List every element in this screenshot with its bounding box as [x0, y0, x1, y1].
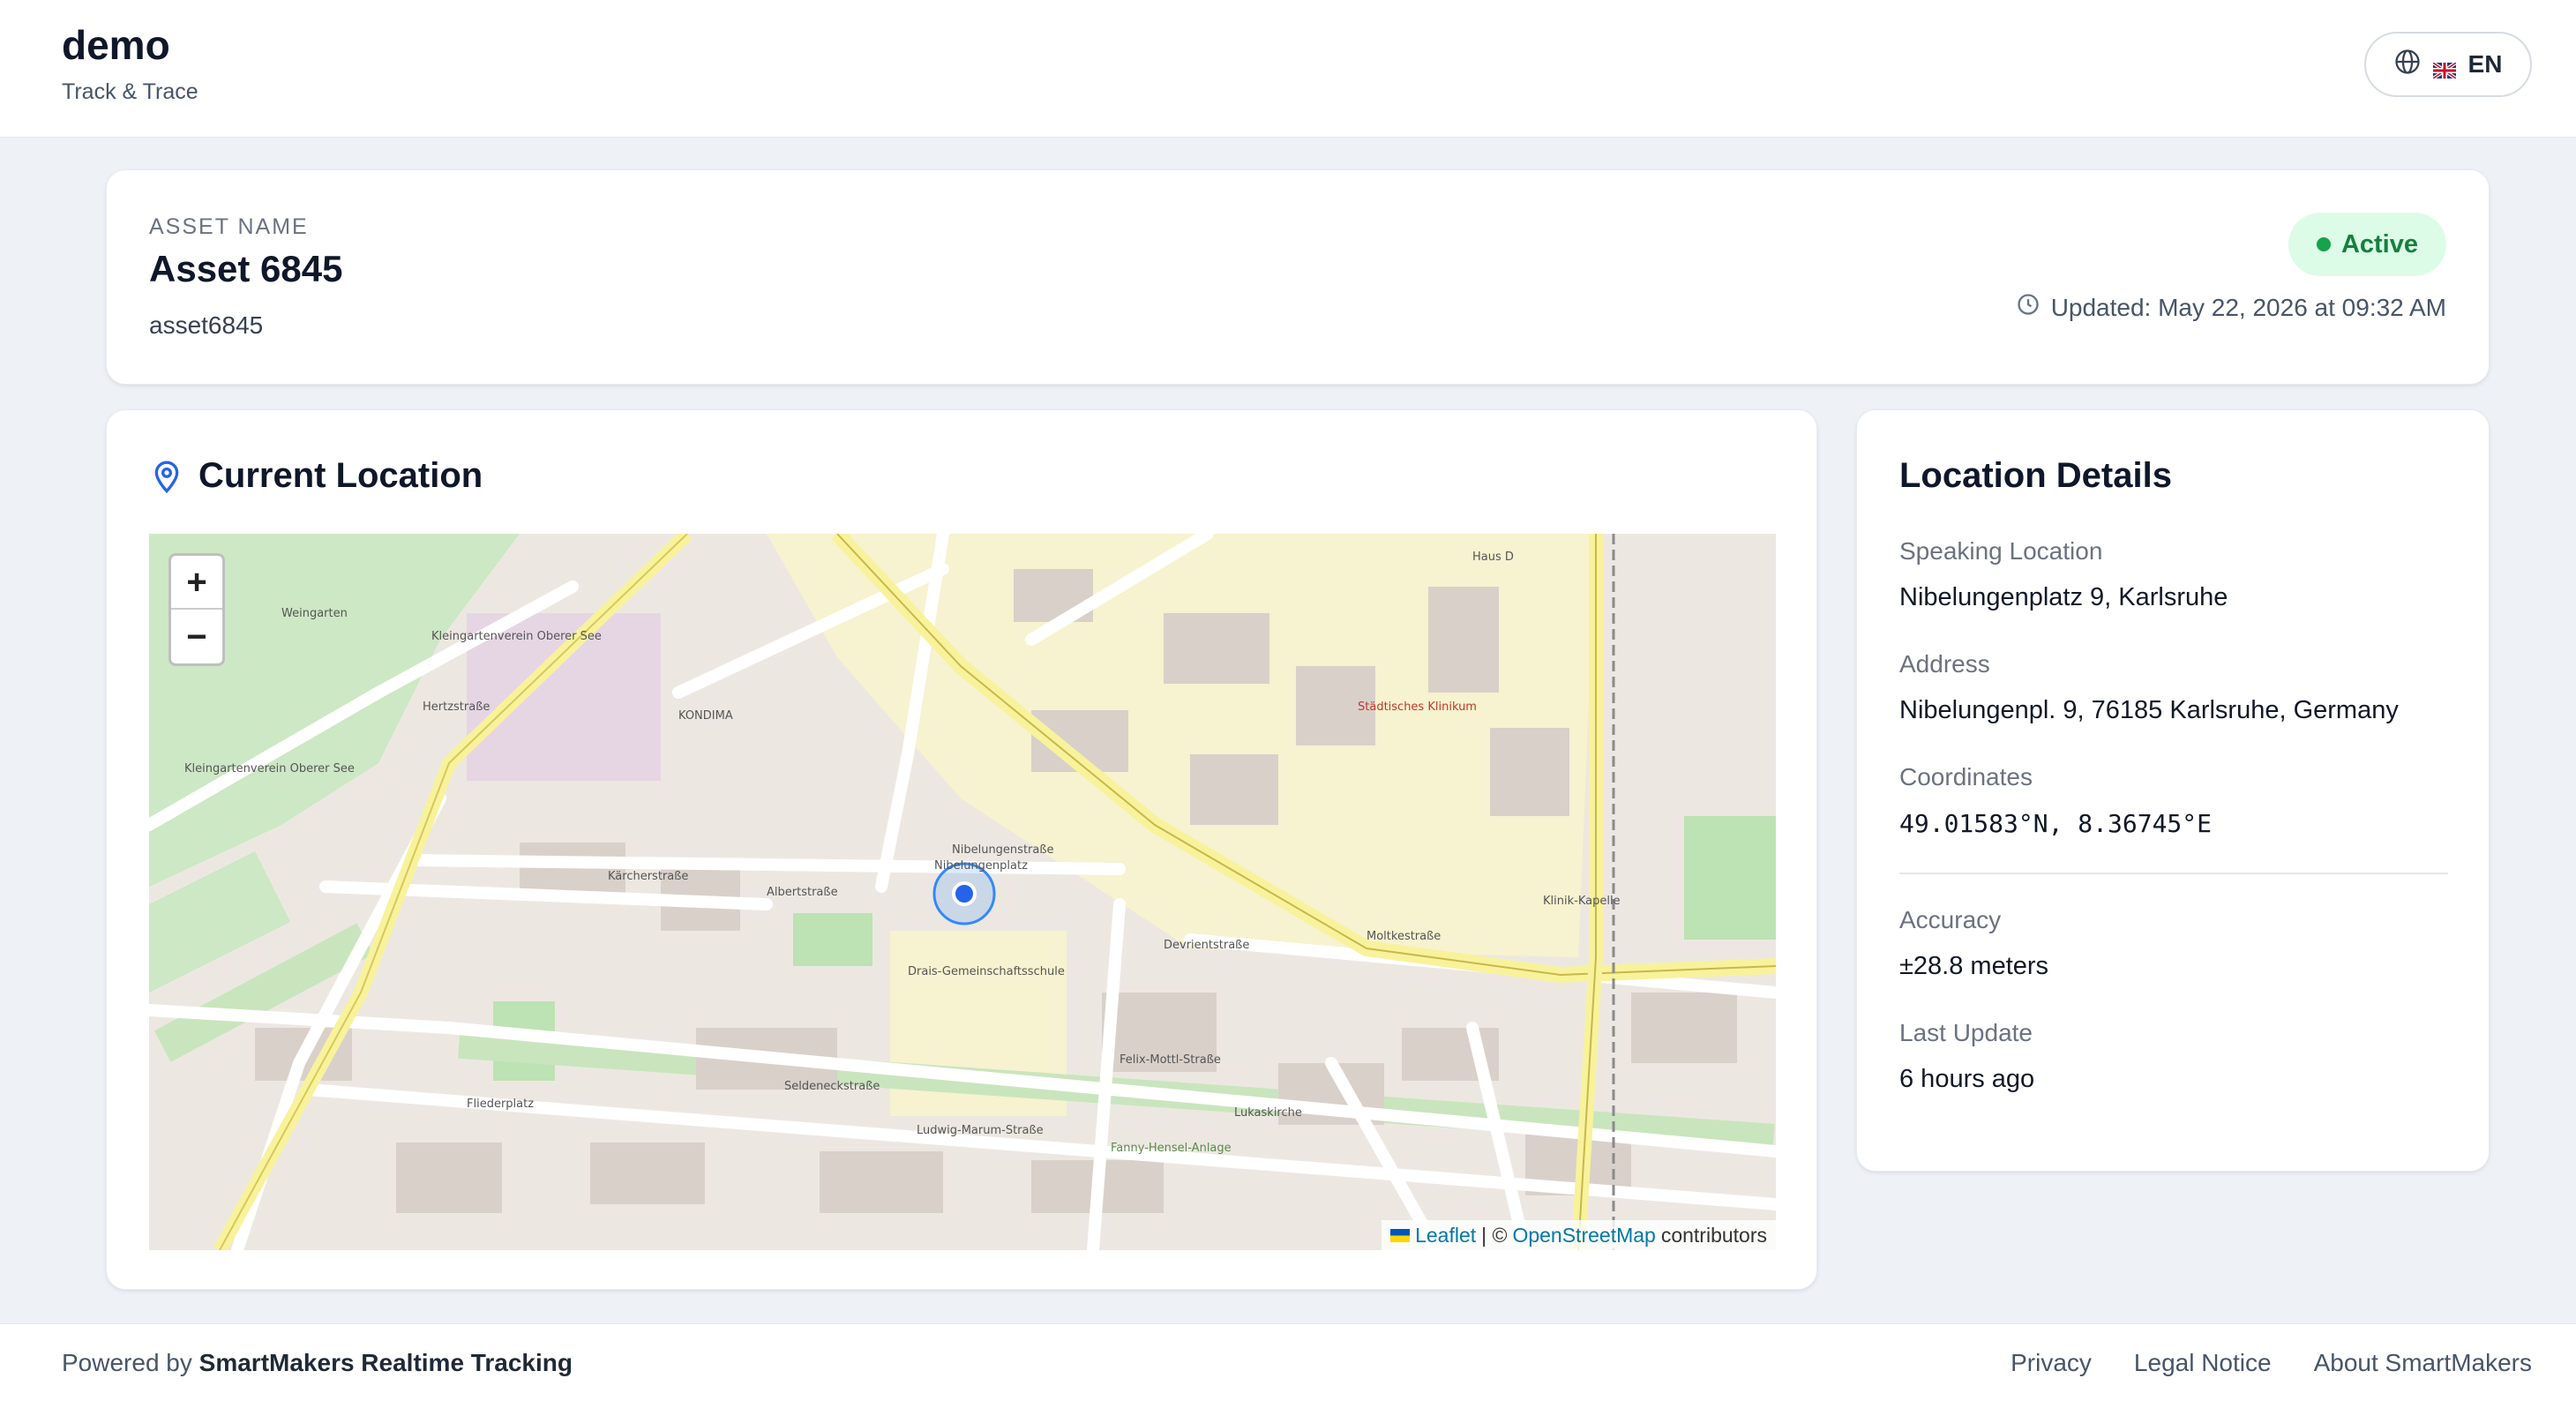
map-label: Hertzstraße	[423, 700, 490, 714]
status-badge: Active	[2288, 213, 2446, 276]
map-label: Drais-Gemeinschaftsschule	[908, 965, 1065, 978]
clock-icon	[2016, 292, 2041, 323]
map-label: Fliederplatz	[467, 1098, 534, 1111]
map-label: Nibelungenplatz	[934, 859, 1028, 873]
map-label: Weingarten	[281, 607, 348, 620]
current-location-card: Current Location Weingarten Kleingartenv…	[106, 409, 1817, 1290]
map-label: Ludwig-Marum-Straße	[917, 1124, 1044, 1137]
location-pin-icon	[149, 458, 184, 499]
map-label: Felix-Mottl-Straße	[1120, 1053, 1221, 1067]
address-value: Nibelungenpl. 9, 76185 Karlsruhe, German…	[1899, 696, 2399, 724]
accuracy-value: ±28.8 meters	[1899, 952, 2049, 980]
app-header: demo Track & Trace EN	[0, 0, 2576, 138]
footer-links: Privacy Legal Notice About SmartMakers	[2011, 1349, 2532, 1377]
map-label: Fanny-Hensel-Anlage	[1111, 1142, 1232, 1155]
coordinates-value: 49.01583°N, 8.36745°E	[1899, 809, 2213, 838]
map-label: Kleingartenverein Oberer See	[431, 630, 602, 643]
coordinates-label: Coordinates	[1899, 763, 2033, 790]
privacy-link[interactable]: Privacy	[2011, 1349, 2092, 1377]
map-label: Lukaskirche	[1234, 1106, 1302, 1120]
powered-prefix: Powered by	[62, 1349, 192, 1376]
ukraine-flag-icon	[1390, 1224, 1411, 1247]
app-footer: Powered by SmartMakers Realtime Tracking…	[0, 1323, 2576, 1401]
powered-by: Powered by SmartMakers Realtime Tracking	[62, 1349, 573, 1377]
location-details-title: Location Details	[1899, 456, 2172, 495]
asset-id: asset6845	[149, 311, 264, 339]
map-label: Haus D	[1472, 551, 1514, 564]
app-subtitle: Track & Trace	[62, 79, 198, 104]
asset-name: Asset 6845	[149, 248, 343, 289]
legal-notice-link[interactable]: Legal Notice	[2134, 1349, 2272, 1377]
accuracy-label: Accuracy	[1899, 906, 2002, 933]
openstreetmap-link[interactable]: OpenStreetMap	[1512, 1224, 1655, 1247]
map-label: Klinik-Kapelle	[1543, 895, 1621, 908]
map-label: Nibelungenstraße	[952, 843, 1054, 857]
map-view[interactable]: Weingarten Kleingartenverein Oberer See …	[149, 534, 1776, 1250]
speaking-location-value: Nibelungenplatz 9, Karlsruhe	[1899, 583, 2228, 611]
current-location-title: Current Location	[198, 456, 483, 495]
status-dot-icon	[2316, 237, 2331, 251]
zoom-in-button[interactable]: +	[171, 556, 222, 610]
language-label: EN	[2467, 50, 2503, 78]
map-tiles[interactable]: Weingarten Kleingartenverein Oberer See …	[149, 534, 1776, 1250]
attribution-suffix: contributors	[1660, 1223, 1767, 1247]
status-text: Active	[2340, 229, 2418, 258]
uk-flag-icon	[2431, 56, 2457, 80]
address-label: Address	[1899, 650, 1990, 678]
map-label: Kärcherstraße	[608, 870, 688, 883]
map-label: Albertstraße	[767, 886, 838, 899]
zoom-out-button[interactable]: −	[171, 610, 222, 663]
leaflet-link[interactable]: Leaflet	[1415, 1224, 1476, 1247]
updated-text: Updated: May 22, 2026 at 09:32 AM	[2050, 293, 2446, 321]
details-divider	[1899, 873, 2448, 874]
location-marker-icon	[952, 881, 977, 906]
map-label: Devrientstraße	[1164, 939, 1249, 952]
about-smartmakers-link[interactable]: About SmartMakers	[2314, 1349, 2532, 1377]
updated-timestamp: Updated: May 22, 2026 at 09:32 AM	[2016, 292, 2446, 323]
globe-icon	[2394, 49, 2421, 81]
last-update-label: Last Update	[1899, 1019, 2033, 1046]
last-update-value: 6 hours ago	[1899, 1065, 2035, 1093]
app-title: demo	[62, 22, 170, 68]
map-label: Kleingartenverein Oberer See	[184, 762, 355, 775]
asset-summary-card: ASSET NAME Asset 6845 asset6845 Active U…	[106, 169, 2490, 385]
powered-brand: SmartMakers Realtime Tracking	[198, 1349, 573, 1376]
map-label: KONDIMA	[678, 709, 733, 723]
map-label: Städtisches Klinikum	[1358, 700, 1477, 714]
map-label: Seldeneckstraße	[784, 1080, 880, 1093]
attribution-separator: | ©	[1481, 1223, 1508, 1247]
location-details-card: Location Details Speaking Location Nibel…	[1856, 409, 2490, 1172]
map-attribution: Leaflet | © OpenStreetMap contributors	[1382, 1220, 1776, 1250]
speaking-location-label: Speaking Location	[1899, 537, 2103, 565]
asset-name-label: ASSET NAME	[149, 214, 309, 239]
language-selector-button[interactable]: EN	[2364, 32, 2532, 97]
zoom-control: + −	[168, 553, 225, 666]
map-label: Moltkestraße	[1367, 930, 1441, 943]
